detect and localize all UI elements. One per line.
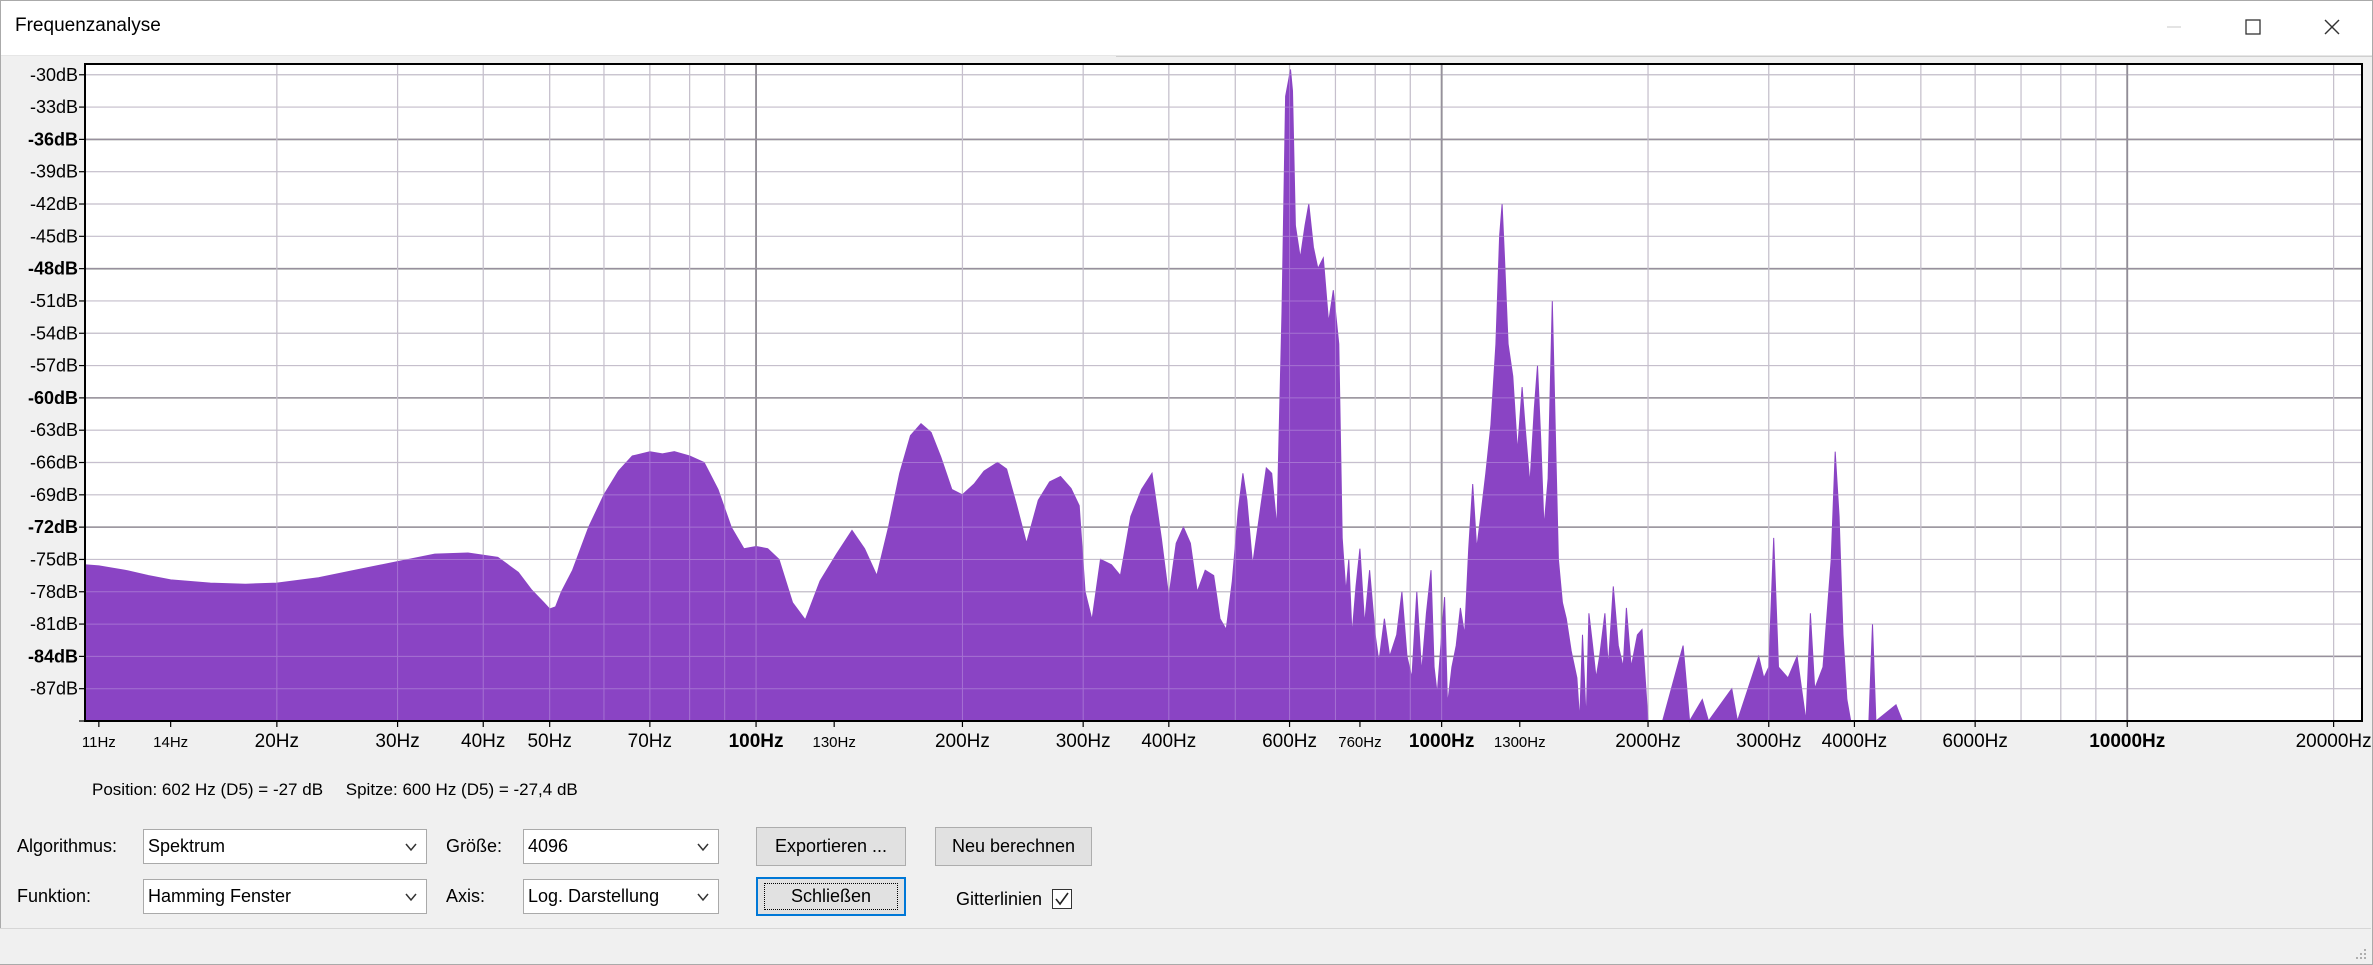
y-tick-label: -45dB [30, 226, 78, 246]
minimize-button[interactable] [2135, 1, 2213, 53]
position-text: Position: 602 Hz (D5) = -27 dB [92, 780, 324, 799]
x-tick-label: 200Hz [935, 731, 990, 752]
x-tick-label: 6000Hz [1942, 731, 2008, 752]
x-tick-label: 760Hz [1338, 734, 1381, 751]
x-tick-label: 10000Hz [2089, 731, 2165, 752]
x-tick-label: 300Hz [1056, 731, 1111, 752]
algorithm-select[interactable]: Spektrum [143, 829, 427, 864]
function-value: Hamming Fenster [148, 886, 292, 906]
recalculate-button[interactable]: Neu berechnen [935, 827, 1092, 866]
x-tick-label: 130Hz [813, 734, 856, 751]
close-window-button[interactable] [2293, 1, 2371, 53]
y-tick-label: -87dB [30, 679, 78, 699]
y-tick-label: -63dB [30, 420, 78, 440]
y-tick-label: -84dB [28, 646, 78, 666]
x-tick-label: 20000Hz [2296, 731, 2371, 752]
checkmark-icon [1055, 892, 1069, 906]
minimize-icon [2167, 26, 2181, 28]
x-tick-label: 600Hz [1262, 731, 1317, 752]
resize-grip-icon[interactable] [2353, 946, 2367, 960]
x-tick-label: 50Hz [527, 731, 571, 752]
y-tick-label: -30dB [30, 65, 78, 85]
y-tick-label: -60dB [28, 388, 78, 408]
peak-text: Spitze: 600 Hz (D5) = -27,4 dB [345, 780, 578, 799]
axis-label: Axis: [446, 886, 486, 906]
x-tick-label: 4000Hz [1822, 731, 1888, 752]
size-value: 4096 [528, 836, 569, 856]
algorithm-value: Spektrum [148, 836, 226, 856]
maximize-button[interactable] [2214, 1, 2292, 53]
size-label: Größe: [446, 836, 503, 856]
gridlines-checkbox[interactable] [1052, 889, 1072, 909]
x-tick-label: 400Hz [1141, 731, 1196, 752]
y-tick-label: -78dB [30, 582, 78, 602]
x-tick-label: 3000Hz [1736, 731, 1802, 752]
chevron-down-icon [405, 843, 417, 852]
y-axis-labels: -30dB -33dB -36dB -39dB -42dB -45dB -48dB -51dB… [28, 65, 85, 722]
window-title: Frequenzanalyse [15, 15, 161, 36]
x-tick-label: 14Hz [153, 734, 188, 751]
y-tick-label: -33dB [30, 97, 78, 117]
y-tick-label: -48dB [28, 259, 78, 279]
close-button-label: Schließen [763, 883, 899, 910]
spectrum-chart[interactable]: -30dB -33dB -36dB -39dB -42dB -45dB -48dB -51dB… [0, 56, 2371, 768]
y-tick-label: -81dB [30, 614, 78, 634]
algorithm-label: Algorithmus: [17, 836, 118, 856]
export-button[interactable]: Exportieren ... [756, 827, 906, 866]
chevron-down-icon [697, 843, 709, 852]
y-tick-label: -75dB [30, 549, 78, 569]
gridlines-label: Gitterlinien [956, 889, 1043, 909]
axis-select[interactable]: Log. Darstellung [523, 879, 719, 914]
position-readout: Position: 602 Hz (D5) = -27 dB Spitze: 6… [92, 780, 596, 800]
size-select[interactable]: 4096 [523, 829, 719, 864]
y-tick-label: -69dB [30, 485, 78, 505]
x-axis-labels: 11Hz 14Hz 20Hz 30Hz 40Hz 50Hz 70Hz 100Hz 130Hz 20… [82, 721, 2371, 752]
y-tick-label: -39dB [30, 162, 78, 182]
axis-value: Log. Darstellung [528, 886, 660, 906]
y-tick-label: -57dB [30, 356, 78, 376]
y-tick-label: -42dB [30, 194, 78, 214]
x-tick-label: 30Hz [375, 731, 419, 752]
x-tick-label: 1000Hz [1409, 731, 1475, 752]
x-tick-label: 40Hz [461, 731, 505, 752]
y-tick-label: -54dB [30, 323, 78, 343]
x-tick-label: 100Hz [729, 731, 784, 752]
y-tick-label: -36dB [28, 129, 78, 149]
x-tick-label: 20Hz [255, 731, 299, 752]
function-select[interactable]: Hamming Fenster [143, 879, 427, 914]
recalculate-button-label: Neu berechnen [951, 836, 1076, 856]
chevron-down-icon [405, 893, 417, 902]
close-icon [2324, 19, 2340, 35]
export-button-label: Exportieren ... [774, 836, 888, 856]
maximize-icon [2245, 19, 2261, 35]
chevron-down-icon [697, 893, 709, 902]
x-tick-label: 11Hz [82, 734, 116, 751]
close-button[interactable]: Schließen [756, 877, 906, 916]
y-tick-label: -72dB [28, 517, 78, 537]
x-tick-label: 70Hz [628, 731, 672, 752]
function-label: Funktion: [17, 886, 92, 906]
title-bar[interactable]: Frequenzanalyse [1, 1, 2372, 56]
status-bar [0, 928, 2371, 964]
x-tick-label: 2000Hz [1615, 731, 1681, 752]
x-tick-label: 1300Hz [1494, 734, 1546, 751]
y-tick-label: -66dB [30, 453, 78, 473]
y-tick-label: -51dB [30, 291, 78, 311]
